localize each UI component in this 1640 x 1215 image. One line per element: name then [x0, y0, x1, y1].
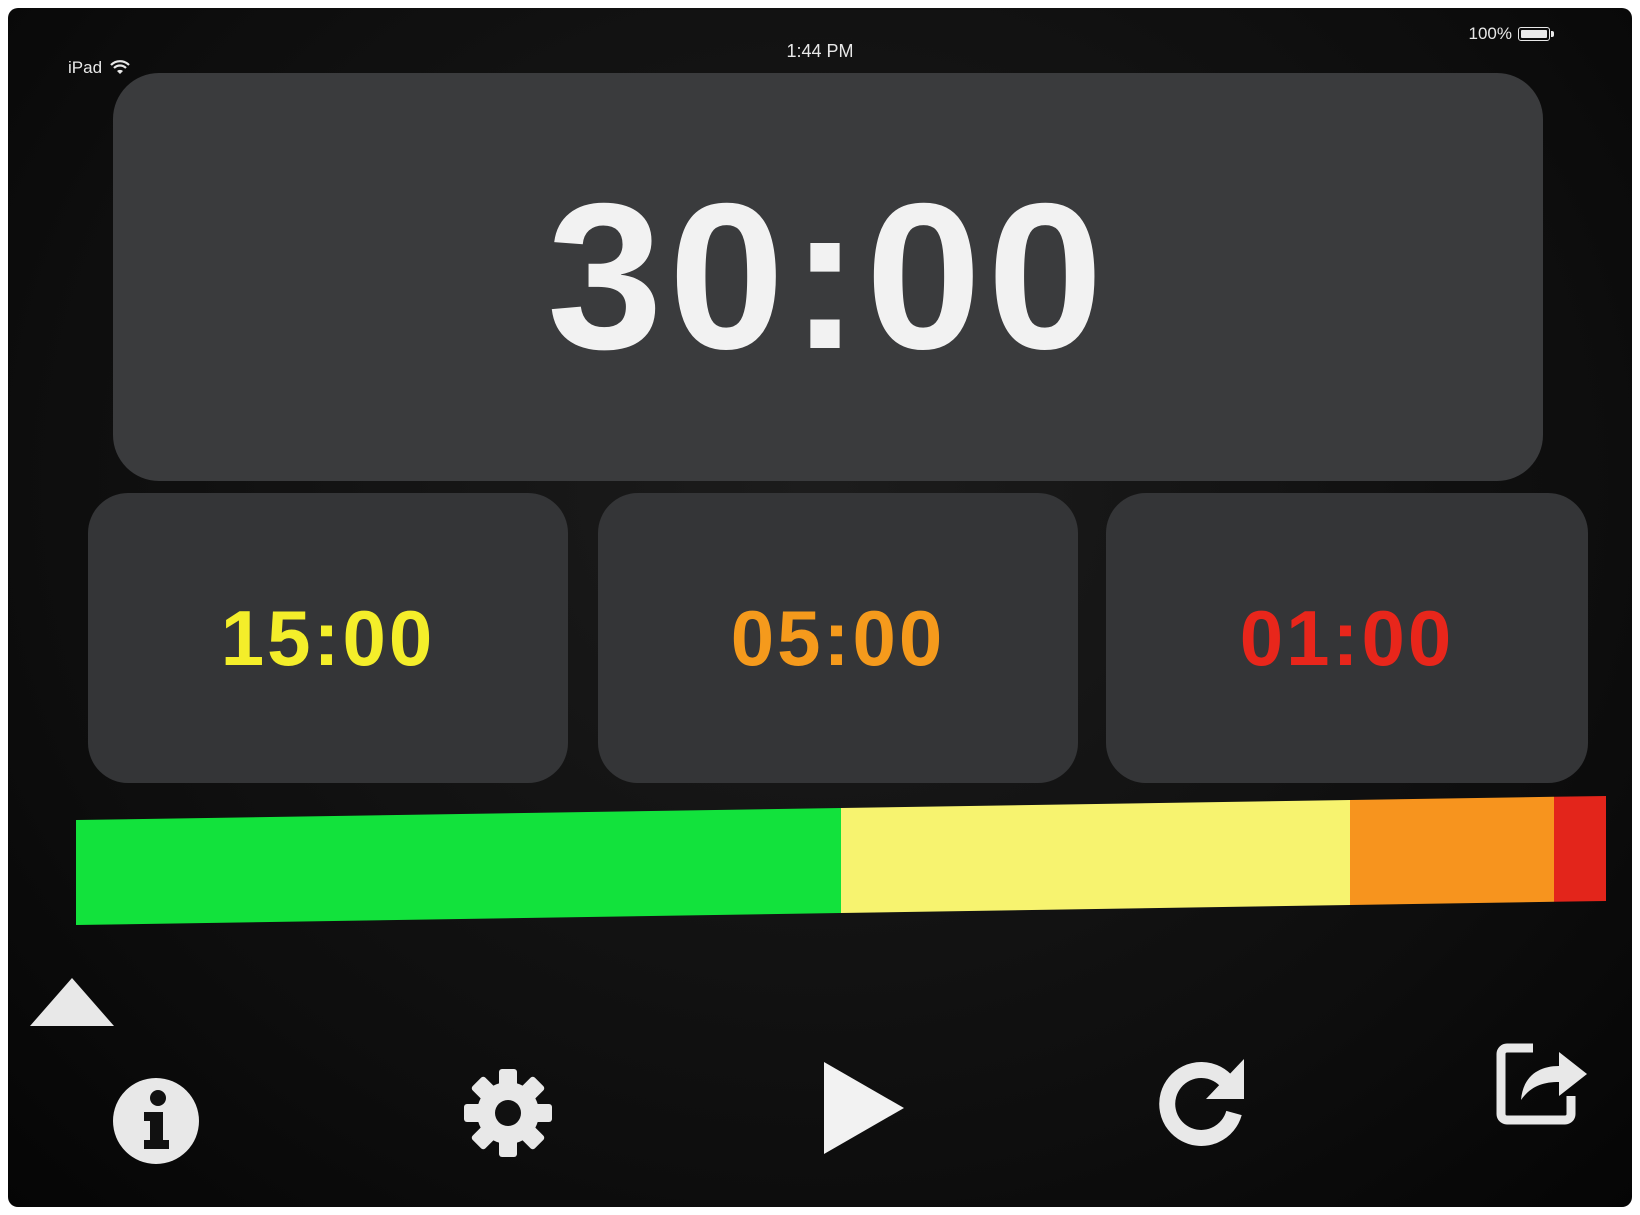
info-button[interactable]: [108, 1073, 203, 1168]
preset-15-min-button[interactable]: 15:00: [88, 493, 568, 783]
preset-time: 05:00: [730, 593, 946, 682]
progress-segment-orange: [1350, 796, 1554, 905]
preset-1-min-button[interactable]: 01:00: [1106, 493, 1588, 783]
progress-marker-icon[interactable]: [30, 978, 114, 1026]
reset-button[interactable]: [1153, 1048, 1253, 1153]
gear-icon: [464, 1069, 552, 1157]
battery-percent: 100%: [1468, 24, 1512, 43]
progress-bar: [76, 795, 1606, 926]
preset-time: 15:00: [220, 593, 436, 682]
preset-5-min-button[interactable]: 05:00: [598, 493, 1078, 783]
progress-segment-green: [76, 808, 841, 926]
info-icon: [112, 1077, 199, 1164]
play-icon: [824, 1062, 904, 1154]
settings-button[interactable]: [458, 1063, 558, 1163]
status-time: 1:44 PM: [786, 41, 854, 61]
preset-time: 01:00: [1239, 593, 1455, 682]
progress-segment-red: [1553, 795, 1606, 902]
timer-screen: iPad 1:44 PM 100% 30:00 15:00 05:00 01:0…: [8, 8, 1632, 1207]
wifi-icon: [110, 60, 130, 74]
reset-icon: [1158, 1058, 1244, 1146]
battery-icon: [1518, 27, 1550, 41]
progress-segment-yellow: [841, 799, 1351, 913]
play-button[interactable]: [813, 1053, 913, 1163]
status-battery: 100%: [1469, 24, 1554, 44]
main-timer-display: 30:00: [547, 160, 1109, 393]
share-icon: [1496, 1043, 1587, 1125]
share-button[interactable]: [1488, 1023, 1598, 1133]
main-timer-panel[interactable]: 30:00: [113, 73, 1543, 481]
